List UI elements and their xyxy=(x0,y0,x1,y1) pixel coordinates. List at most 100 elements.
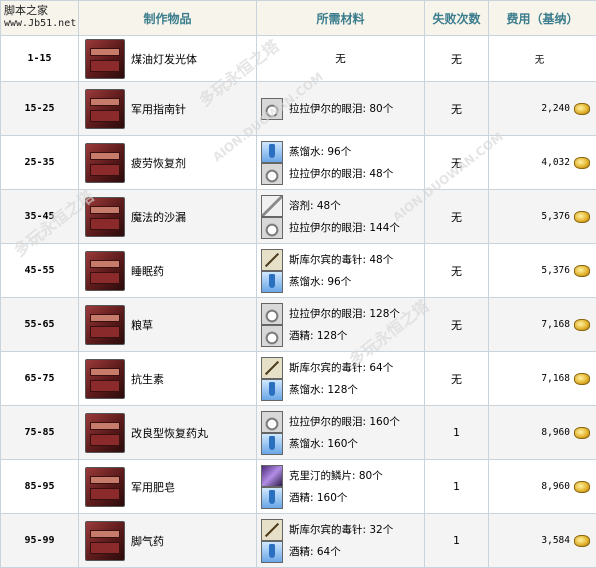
row-fail: 1 xyxy=(425,514,489,568)
item-name: 军用指南针 xyxy=(131,101,186,117)
row-materials: 斯库尔宾的毒针: 64个蒸馏水: 128个 xyxy=(257,352,425,406)
bag-icon xyxy=(261,163,283,185)
row-item: 军用肥皂 xyxy=(79,460,257,514)
row-materials: 无 xyxy=(257,36,425,82)
table-row: 55-65粮草拉拉伊尔的眼泪: 128个酒精: 128个无7,168 xyxy=(1,298,596,352)
row-fee: 7,168 xyxy=(541,319,570,330)
table-row: 35-45魔法的沙漏溶剂: 48个拉拉伊尔的眼泪: 144个无5,376 xyxy=(1,190,596,244)
row-level: 1-15 xyxy=(1,36,79,82)
material-line: 酒精: 128个 xyxy=(261,325,420,347)
row-fee-cell: 7,168 xyxy=(489,352,596,406)
kinah-coin-icon xyxy=(574,211,590,223)
header-fee: 费用（基纳） xyxy=(489,1,596,36)
row-item: 脚气药 xyxy=(79,514,257,568)
row-item: 煤油灯发光体 xyxy=(79,36,257,82)
bag-icon xyxy=(261,303,283,325)
row-item: 改良型恢复药丸 xyxy=(79,406,257,460)
material-line: 蒸馏水: 128个 xyxy=(261,379,420,401)
material-text: 蒸馏水: 160个 xyxy=(289,436,358,451)
row-fee: 2,240 xyxy=(541,103,570,114)
row-item: 疲劳恢复剂 xyxy=(79,136,257,190)
header-materials: 所需材料 xyxy=(257,1,425,36)
table-row: 85-95军用肥皂克里汀的鳞片: 80个酒精: 160个18,960 xyxy=(1,460,596,514)
site-logo-name: 脚本之家 xyxy=(4,4,76,17)
material-text: 酒精: 160个 xyxy=(289,490,347,505)
material-line: 克里汀的鳞片: 80个 xyxy=(261,465,420,487)
row-fail: 无 xyxy=(425,298,489,352)
material-text: 斯库尔宾的毒针: 32个 xyxy=(289,522,393,537)
material-text: 克里汀的鳞片: 80个 xyxy=(289,468,383,483)
row-fee: 7,168 xyxy=(541,373,570,384)
row-fee-cell: 8,960 xyxy=(489,460,596,514)
needle-icon xyxy=(261,357,283,379)
material-line: 斯库尔宾的毒针: 64个 xyxy=(261,357,420,379)
kinah-coin-icon xyxy=(574,427,590,439)
material-text: 拉拉伊尔的眼泪: 160个 xyxy=(289,414,400,429)
row-item: 抗生素 xyxy=(79,352,257,406)
header-row: 制作物品 所需材料 失败次数 费用（基纳） xyxy=(1,1,596,36)
row-item: 粮草 xyxy=(79,298,257,352)
row-materials: 拉拉伊尔的眼泪: 160个蒸馏水: 160个 xyxy=(257,406,425,460)
vial-icon xyxy=(261,379,283,401)
table-row: 25-35疲劳恢复剂蒸馏水: 96个拉拉伊尔的眼泪: 48个无4,032 xyxy=(1,136,596,190)
material-line: 酒精: 64个 xyxy=(261,541,420,563)
chest-icon xyxy=(85,413,125,453)
table-row: 15-25军用指南针拉拉伊尔的眼泪: 80个无2,240 xyxy=(1,82,596,136)
bag-icon xyxy=(261,411,283,433)
material-text: 蒸馏水: 96个 xyxy=(289,144,351,159)
material-line: 蒸馏水: 96个 xyxy=(261,271,420,293)
item-name: 改良型恢复药丸 xyxy=(131,425,208,441)
kinah-coin-icon xyxy=(574,481,590,493)
table-row: 1-15煤油灯发光体无无无 xyxy=(1,36,596,82)
row-level: 25-35 xyxy=(1,136,79,190)
row-fail: 1 xyxy=(425,460,489,514)
material-line: 溶剂: 48个 xyxy=(261,195,420,217)
chest-icon xyxy=(85,197,125,237)
material-line: 蒸馏水: 96个 xyxy=(261,141,420,163)
row-fee-cell: 8,960 xyxy=(489,406,596,460)
chest-icon xyxy=(85,359,125,399)
material-text: 拉拉伊尔的眼泪: 80个 xyxy=(289,101,393,116)
bag-icon xyxy=(261,98,283,120)
vial-icon xyxy=(261,271,283,293)
item-name: 煤油灯发光体 xyxy=(131,51,197,67)
table-row: 95-99脚气药斯库尔宾的毒针: 32个酒精: 64个13,584 xyxy=(1,514,596,568)
row-fail: 无 xyxy=(425,190,489,244)
material-line: 拉拉伊尔的眼泪: 80个 xyxy=(261,98,420,120)
material-text: 拉拉伊尔的眼泪: 128个 xyxy=(289,306,400,321)
vial-icon xyxy=(261,433,283,455)
chest-icon xyxy=(85,89,125,129)
row-materials: 斯库尔宾的毒针: 48个蒸馏水: 96个 xyxy=(257,244,425,298)
material-text: 酒精: 64个 xyxy=(289,544,341,559)
row-level: 35-45 xyxy=(1,190,79,244)
material-line: 拉拉伊尔的眼泪: 160个 xyxy=(261,411,420,433)
row-fee-cell: 5,376 xyxy=(489,190,596,244)
table-row: 65-75抗生素斯库尔宾的毒针: 64个蒸馏水: 128个无7,168 xyxy=(1,352,596,406)
chest-icon xyxy=(85,39,125,79)
row-item: 军用指南针 xyxy=(79,82,257,136)
material-text: 拉拉伊尔的眼泪: 144个 xyxy=(289,220,400,235)
table-row: 45-55睡眠药斯库尔宾的毒针: 48个蒸馏水: 96个无5,376 xyxy=(1,244,596,298)
item-name: 睡眠药 xyxy=(131,263,164,279)
row-level: 45-55 xyxy=(1,244,79,298)
row-fee: 5,376 xyxy=(541,211,570,222)
row-fee: 5,376 xyxy=(541,265,570,276)
material-text: 溶剂: 48个 xyxy=(289,198,341,213)
vial-icon xyxy=(261,541,283,563)
chest-icon xyxy=(85,467,125,507)
row-fail: 1 xyxy=(425,406,489,460)
knife-icon xyxy=(261,195,283,217)
vial-icon xyxy=(261,487,283,509)
header-fail: 失败次数 xyxy=(425,1,489,36)
material-line: 酒精: 160个 xyxy=(261,487,420,509)
table-row: 75-85改良型恢复药丸拉拉伊尔的眼泪: 160个蒸馏水: 160个18,960 xyxy=(1,406,596,460)
row-level: 95-99 xyxy=(1,514,79,568)
row-fail: 无 xyxy=(425,136,489,190)
material-line: 拉拉伊尔的眼泪: 128个 xyxy=(261,303,420,325)
chest-icon xyxy=(85,143,125,183)
kinah-coin-icon xyxy=(574,319,590,331)
needle-icon xyxy=(261,519,283,541)
row-fee-cell: 2,240 xyxy=(489,82,596,136)
row-fee: 无 xyxy=(535,52,545,66)
needle-icon xyxy=(261,249,283,271)
